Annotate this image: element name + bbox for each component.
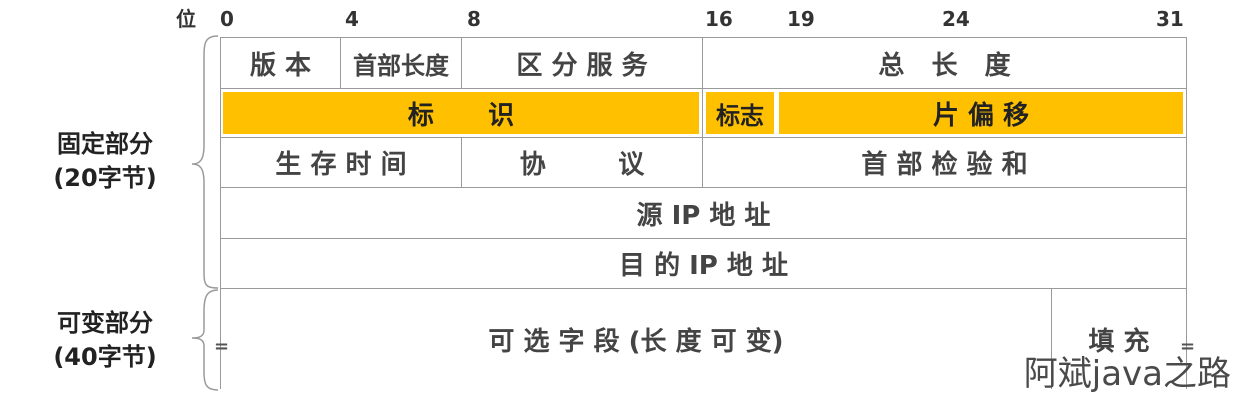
- grid-line: [220, 88, 1186, 89]
- fixed-part-title: 固定部分: [57, 130, 153, 158]
- ttl-field: 生 存 时 间: [275, 150, 407, 180]
- fixed-part-brace: [191, 35, 219, 289]
- bit-tick-19: 19: [787, 7, 815, 31]
- service-field: 区 分 服 务: [516, 50, 648, 81]
- bit-tick-0: 0: [220, 7, 234, 31]
- source-ip-field: 源 IP 地 址: [636, 200, 771, 231]
- watermark-text: 阿斌java之路: [1023, 354, 1231, 394]
- flags-field: 标志: [706, 92, 774, 134]
- total-length-field: 总 长 度: [878, 50, 1011, 81]
- bit-tick-8: 8: [467, 7, 481, 31]
- version-field: 版 本: [249, 50, 312, 81]
- dest-ip-field: 目 的 IP 地 址: [619, 251, 788, 281]
- bit-axis-title: 位: [176, 7, 196, 31]
- fixed-part-size: (20字节): [53, 164, 157, 192]
- variable-part-label: 可变部分 (40字节): [30, 306, 180, 374]
- variable-part-title: 可变部分: [57, 309, 153, 337]
- bit-tick-4: 4: [345, 7, 359, 31]
- checksum-field: 首 部 检 验 和: [861, 150, 1028, 180]
- identification-field: 标 识: [223, 92, 699, 134]
- bit-tick-24: 24: [942, 7, 970, 31]
- fragment-offset-field: 片 偏 移: [779, 92, 1183, 134]
- variable-part-size: (40字节): [53, 343, 157, 371]
- left-equals-mark: =: [214, 336, 230, 357]
- bit-tick-31: 31: [1156, 7, 1184, 31]
- header-length-field: 首部长度: [353, 51, 449, 80]
- protocol-field: 协 议: [519, 150, 645, 180]
- bit-tick-16: 16: [705, 7, 733, 31]
- options-field: 可 选 字 段 (长 度 可 变): [488, 326, 784, 357]
- fixed-part-label: 固定部分 (20字节): [30, 127, 180, 195]
